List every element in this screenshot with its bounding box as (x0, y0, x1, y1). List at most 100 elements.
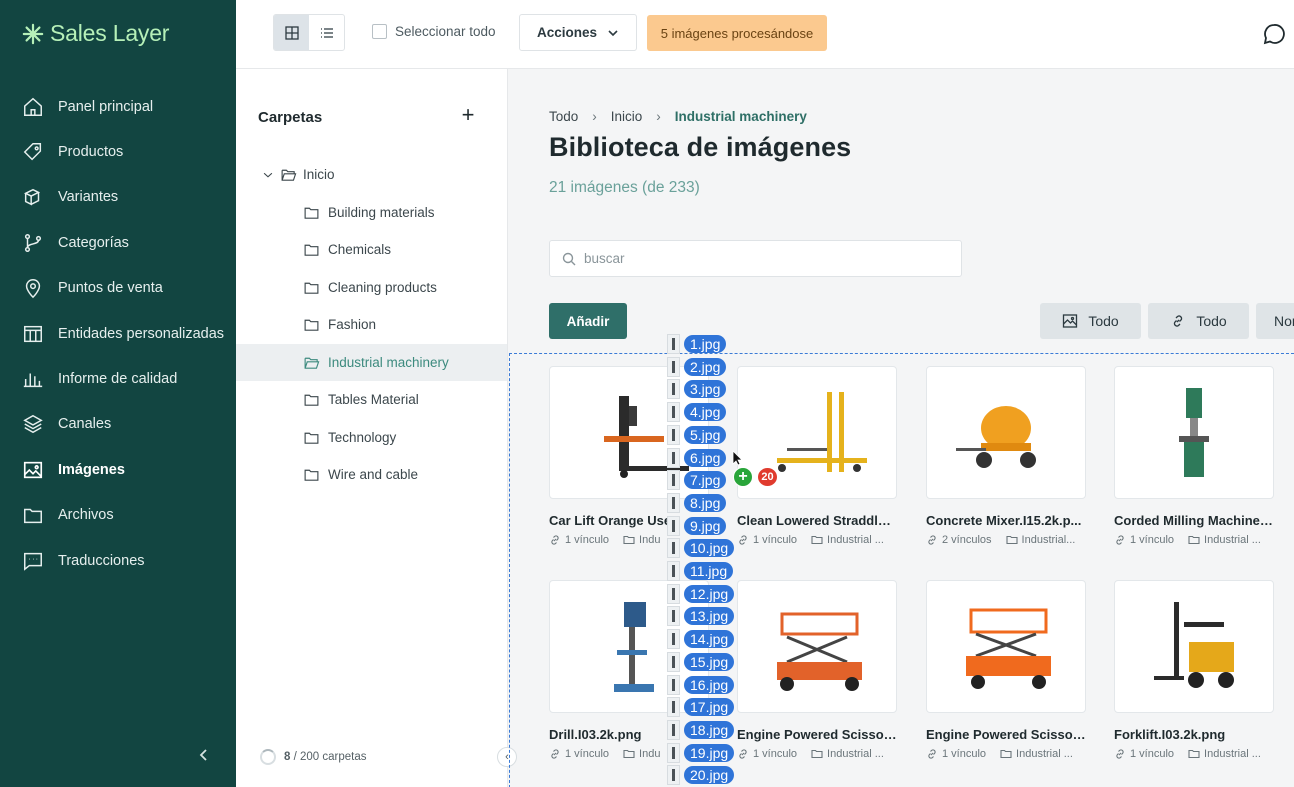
file-thumbnail (667, 424, 680, 445)
folder-cleaning-products[interactable]: Cleaning products (236, 269, 507, 307)
brand-logo[interactable]: Sales Layer (22, 20, 169, 47)
filter-name-button[interactable]: Nom (1256, 303, 1294, 339)
list-view-button[interactable] (309, 15, 344, 50)
sidebar-item-label: Imágenes (58, 461, 125, 478)
dragged-file: 7.jpg (667, 470, 727, 491)
add-button[interactable]: Añadir (549, 303, 627, 339)
folder-chemicals[interactable]: Chemicals (236, 231, 507, 269)
image-links[interactable]: 1 vínculo (549, 534, 609, 546)
collapse-sidebar-icon[interactable] (196, 745, 212, 765)
link-icon (551, 535, 559, 545)
image-card[interactable]: Engine Powered Scissor ... 1 vínculo Ind… (926, 580, 1086, 760)
filter-image-button[interactable]: Todo (1040, 303, 1141, 339)
image-thumbnail[interactable] (926, 366, 1086, 499)
milling-machine-image (1179, 387, 1209, 477)
folder-label: Tables Material (328, 392, 419, 408)
folder-tree: Inicio Building materials Chemicals Clea… (236, 156, 507, 494)
folder-fashion[interactable]: Fashion (236, 306, 507, 344)
sidebar-item-variantes[interactable]: Variantes (0, 175, 236, 220)
image-folder: Industrial ... (811, 748, 884, 760)
top-bar: Seleccionar todo Acciones 5 imágenes pro… (236, 0, 1294, 69)
dragged-file: 16.jpg (667, 674, 735, 695)
tag-icon (23, 143, 42, 161)
image-card[interactable]: Clean Lowered Straddle ... 1 vínculo Ind… (737, 366, 897, 546)
image-card[interactable]: Corded Milling Machine ... 1 vínculo Ind… (1114, 366, 1274, 546)
variants-icon (24, 189, 41, 206)
folder-label: Technology (328, 429, 397, 445)
chat-icon[interactable] (1262, 22, 1286, 46)
file-thumbnail (667, 447, 680, 468)
image-card[interactable]: Forklift.I03.2k.png 1 vínculo Industrial… (1114, 580, 1274, 760)
file-name: 4.jpg (684, 403, 727, 422)
sidebar-item-productos[interactable]: Productos (0, 129, 236, 174)
sidebar-item-traducciones[interactable]: Traducciones (0, 538, 236, 583)
link-icon (928, 535, 936, 545)
sidebar-item-entidades-personalizadas[interactable]: Entidades personalizadas (0, 311, 236, 356)
file-name: 2.jpg (684, 357, 727, 376)
select-all-checkbox[interactable] (372, 24, 387, 39)
image-links[interactable]: 1 vínculo (737, 534, 797, 546)
filter-link-button[interactable]: Todo (1148, 303, 1249, 339)
sidebar-item-informe-de-calidad[interactable]: Informe de calidad (0, 356, 236, 401)
folder-label: Chemicals (328, 242, 392, 258)
home-icon (24, 97, 42, 116)
sidebar-item-archivos[interactable]: Archivos (0, 493, 236, 538)
file-name: 12.jpg (684, 584, 735, 603)
image-thumbnail[interactable] (1114, 366, 1274, 499)
breadcrumb-item-todo[interactable]: Todo (549, 109, 578, 124)
file-name: 14.jpg (684, 630, 735, 649)
file-thumbnail (667, 561, 680, 581)
image-thumbnail[interactable] (926, 580, 1086, 713)
dragged-file: 1.jpg (667, 334, 727, 354)
add-folder-button[interactable]: + (458, 104, 478, 126)
image-links[interactable]: 2 vínculos (926, 534, 992, 546)
folder-industrial-machinery[interactable]: Industrial machinery (236, 343, 507, 381)
grid-view-button[interactable] (274, 15, 309, 50)
search-input[interactable] (584, 251, 944, 266)
image-name: Engine Powered Scissor ... (737, 727, 897, 742)
map-pin-icon (25, 279, 41, 299)
search-icon (562, 252, 576, 265)
image-links[interactable]: 1 vínculo (1114, 534, 1174, 546)
image-card[interactable]: Engine Powered Scissor ... 1 vínculo Ind… (737, 580, 897, 760)
sidebar-item-puntos-de-venta[interactable]: Puntos de venta (0, 266, 236, 311)
file-thumbnail (667, 492, 680, 513)
chevron-down-icon (263, 172, 273, 178)
grid-icon (284, 25, 299, 40)
image-links[interactable]: 1 vínculo (1114, 748, 1174, 760)
link-icon (1116, 535, 1124, 545)
image-links[interactable]: 1 vínculo (549, 748, 609, 760)
brand-name: Sales Layer (50, 20, 170, 46)
folders-total: / 200 carpetas (293, 751, 367, 763)
folder-icon (623, 749, 635, 759)
file-name: 16.jpg (684, 675, 735, 694)
image-card[interactable]: Concrete Mixer.I15.2k.p... 2 vínculos In… (926, 366, 1086, 546)
folder-wire-and-cable[interactable]: Wire and cable (236, 456, 507, 494)
image-thumbnail[interactable] (737, 580, 897, 713)
folder-icon (1188, 749, 1200, 759)
image-links[interactable]: 1 vínculo (926, 748, 986, 760)
loading-spinner-icon (260, 749, 276, 765)
sidebar-item-imagenes[interactable]: Imágenes (0, 447, 236, 492)
drag-count-badge: 20 (757, 467, 778, 487)
sidebar-item-label: Categorías (58, 234, 129, 251)
select-all[interactable]: Seleccionar todo (372, 24, 496, 39)
select-all-label: Seleccionar todo (395, 24, 496, 39)
sidebar-item-label: Variantes (58, 189, 119, 206)
actions-dropdown[interactable]: Acciones (519, 14, 637, 51)
page-title: Biblioteca de imágenes (549, 132, 852, 162)
folder-tables-material[interactable]: Tables Material (236, 381, 507, 419)
image-thumbnail[interactable] (1114, 580, 1274, 713)
image-links[interactable]: 1 vínculo (737, 748, 797, 760)
folder-building-materials[interactable]: Building materials (236, 194, 507, 232)
breadcrumb-item-inicio[interactable]: Inicio (611, 109, 643, 124)
folder-root-inicio[interactable]: Inicio (236, 156, 507, 194)
sidebar-item-categorias[interactable]: Categorías (0, 220, 236, 265)
dragged-file: 8.jpg (667, 492, 727, 513)
sidebar-item-canales[interactable]: Canales (0, 402, 236, 447)
folder-technology[interactable]: Technology (236, 419, 507, 457)
file-thumbnail (667, 402, 680, 423)
sidebar-item-panel-principal[interactable]: Panel principal (0, 84, 236, 129)
folder-icon (304, 394, 319, 406)
file-name: 17.jpg (684, 698, 735, 717)
